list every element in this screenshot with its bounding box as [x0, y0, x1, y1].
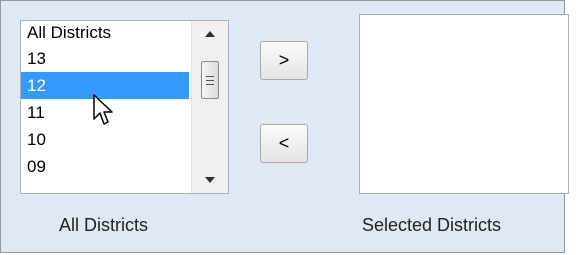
scroll-down-button[interactable]	[192, 167, 228, 193]
grip-line	[206, 76, 214, 77]
scroll-thumb[interactable]	[201, 61, 219, 99]
vertical-scrollbar[interactable]	[191, 21, 228, 193]
list-item[interactable]: 10	[21, 126, 189, 153]
grip-line	[206, 80, 214, 81]
grip-line	[206, 84, 214, 85]
all-districts-listbox[interactable]: All Districts 13 12 11 10 09	[20, 20, 229, 194]
list-item[interactable]: 09	[21, 153, 189, 180]
triangle-down-icon	[205, 177, 215, 183]
add-district-button[interactable]: >	[260, 41, 308, 80]
selected-districts-listbox[interactable]	[359, 14, 569, 194]
triangle-up-icon	[205, 31, 215, 37]
selected-districts-caption: Selected Districts	[362, 215, 502, 235]
all-districts-caption: All Districts	[59, 215, 148, 235]
list-item[interactable]: 13	[21, 45, 189, 72]
scroll-up-button[interactable]	[192, 21, 228, 47]
district-picker-panel: All Districts 13 12 11 10 09 > < All Dis…	[0, 0, 569, 253]
mouse-pointer-icon	[93, 94, 113, 125]
list-item[interactable]: All Districts	[21, 21, 189, 45]
remove-district-button[interactable]: <	[260, 124, 308, 163]
